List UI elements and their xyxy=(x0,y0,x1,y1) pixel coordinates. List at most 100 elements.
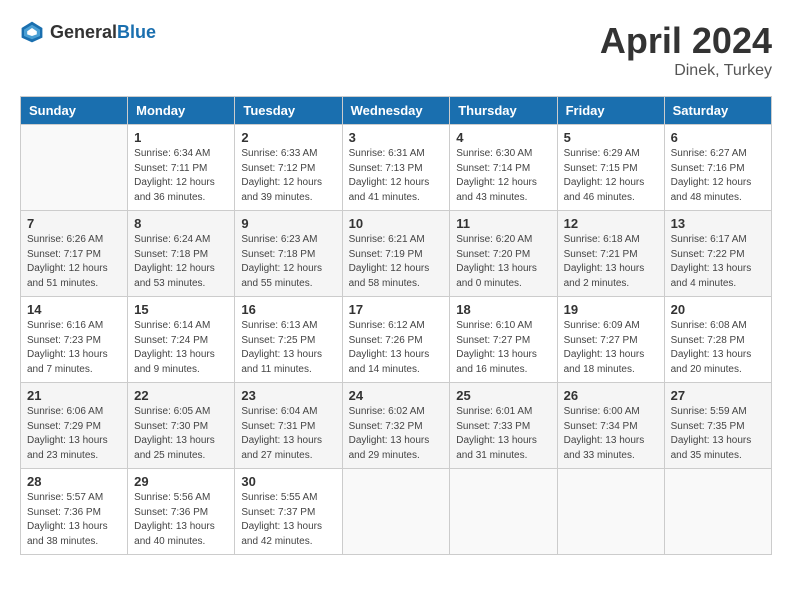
day-info: Sunrise: 5:56 AM Sunset: 7:36 PM Dayligh… xyxy=(134,491,228,549)
day-info: Sunrise: 6:12 AM Sunset: 7:26 PM Dayligh… xyxy=(349,319,444,377)
calendar-day-cell: 13Sunrise: 6:17 AM Sunset: 7:22 PM Dayli… xyxy=(664,211,771,297)
day-number: 7 xyxy=(27,216,121,231)
day-number: 13 xyxy=(671,216,765,231)
calendar-day-cell: 8 Sunrise: 6:24 AM Sunset: 7:18 PM Daylig… xyxy=(128,211,235,297)
calendar-day-cell xyxy=(21,125,128,211)
calendar-day-cell xyxy=(557,469,664,555)
weekday-header: Monday xyxy=(128,97,235,125)
day-info: Sunrise: 6:14 AM Sunset: 7:24 PM Dayligh… xyxy=(134,319,228,377)
day-number: 12 xyxy=(564,216,658,231)
day-info: Sunrise: 6:30 AM Sunset: 7:14 PM Dayligh… xyxy=(456,147,550,205)
calendar-week-row: 28Sunrise: 5:57 AM Sunset: 7:36 PM Dayli… xyxy=(21,469,772,555)
calendar-day-cell: 26 Sunrise: 6:00 AM Sunset: 7:34 PM Dayli… xyxy=(557,383,664,469)
weekday-header: Thursday xyxy=(450,97,557,125)
calendar-day-cell: 7 Sunrise: 6:26 AM Sunset: 7:17 PM Daylig… xyxy=(21,211,128,297)
weekday-header: Saturday xyxy=(664,97,771,125)
day-number: 20 xyxy=(671,302,765,317)
calendar-day-cell xyxy=(450,469,557,555)
day-info: Sunrise: 6:09 AM Sunset: 7:27 PM Dayligh… xyxy=(564,319,658,377)
calendar-week-row: 14 Sunrise: 6:16 AM Sunset: 7:23 PM Dayli… xyxy=(21,297,772,383)
calendar-day-cell: 9 Sunrise: 6:23 AM Sunset: 7:18 PM Daylig… xyxy=(235,211,342,297)
calendar-day-cell: 5Sunrise: 6:29 AM Sunset: 7:15 PM Daylig… xyxy=(557,125,664,211)
day-number: 8 xyxy=(134,216,228,231)
title-area: April 2024 Dinek, Turkey xyxy=(600,20,772,80)
calendar-day-cell: 15Sunrise: 6:14 AM Sunset: 7:24 PM Dayli… xyxy=(128,297,235,383)
day-info: Sunrise: 6:02 AM Sunset: 7:32 PM Dayligh… xyxy=(349,405,444,463)
calendar-day-cell: 30Sunrise: 5:55 AM Sunset: 7:37 PM Dayli… xyxy=(235,469,342,555)
day-info: Sunrise: 6:31 AM Sunset: 7:13 PM Dayligh… xyxy=(349,147,444,205)
day-info: Sunrise: 6:21 AM Sunset: 7:19 PM Dayligh… xyxy=(349,233,444,291)
day-number: 18 xyxy=(456,302,550,317)
day-info: Sunrise: 6:00 AM Sunset: 7:34 PM Dayligh… xyxy=(564,405,658,463)
calendar-day-cell: 16 Sunrise: 6:13 AM Sunset: 7:25 PM Dayli… xyxy=(235,297,342,383)
day-number: 19 xyxy=(564,302,658,317)
day-info: Sunrise: 5:59 AM Sunset: 7:35 PM Dayligh… xyxy=(671,405,765,463)
day-number: 1 xyxy=(134,130,228,145)
day-number: 14 xyxy=(27,302,121,317)
day-number: 17 xyxy=(349,302,444,317)
calendar-day-cell: 14 Sunrise: 6:16 AM Sunset: 7:23 PM Dayli… xyxy=(21,297,128,383)
day-number: 4 xyxy=(456,130,550,145)
day-number: 23 xyxy=(241,388,335,403)
weekday-header: Friday xyxy=(557,97,664,125)
day-info: Sunrise: 6:18 AM Sunset: 7:21 PM Dayligh… xyxy=(564,233,658,291)
calendar-table: SundayMondayTuesdayWednesdayThursdayFrid… xyxy=(20,96,772,555)
calendar-day-cell: 24 Sunrise: 6:02 AM Sunset: 7:32 PM Dayli… xyxy=(342,383,450,469)
logo-general-text: General xyxy=(50,22,117,42)
calendar-day-cell: 28Sunrise: 5:57 AM Sunset: 7:36 PM Dayli… xyxy=(21,469,128,555)
day-number: 16 xyxy=(241,302,335,317)
day-number: 2 xyxy=(241,130,335,145)
day-info: Sunrise: 6:04 AM Sunset: 7:31 PM Dayligh… xyxy=(241,405,335,463)
day-info: Sunrise: 6:29 AM Sunset: 7:15 PM Dayligh… xyxy=(564,147,658,205)
day-number: 25 xyxy=(456,388,550,403)
day-info: Sunrise: 6:08 AM Sunset: 7:28 PM Dayligh… xyxy=(671,319,765,377)
logo-blue-text: Blue xyxy=(117,22,156,42)
calendar-header: SundayMondayTuesdayWednesdayThursdayFrid… xyxy=(21,97,772,125)
weekday-header: Tuesday xyxy=(235,97,342,125)
logo-icon xyxy=(20,20,44,44)
day-number: 3 xyxy=(349,130,444,145)
calendar-day-cell: 23 Sunrise: 6:04 AM Sunset: 7:31 PM Dayli… xyxy=(235,383,342,469)
calendar-day-cell: 29 Sunrise: 5:56 AM Sunset: 7:36 PM Dayli… xyxy=(128,469,235,555)
day-info: Sunrise: 6:05 AM Sunset: 7:30 PM Dayligh… xyxy=(134,405,228,463)
calendar-day-cell: 10 Sunrise: 6:21 AM Sunset: 7:19 PM Dayli… xyxy=(342,211,450,297)
day-info: Sunrise: 5:57 AM Sunset: 7:36 PM Dayligh… xyxy=(27,491,121,549)
calendar-day-cell: 21Sunrise: 6:06 AM Sunset: 7:29 PM Dayli… xyxy=(21,383,128,469)
day-info: Sunrise: 6:23 AM Sunset: 7:18 PM Dayligh… xyxy=(241,233,335,291)
calendar-week-row: 1 Sunrise: 6:34 AM Sunset: 7:11 PM Daylig… xyxy=(21,125,772,211)
weekday-header: Sunday xyxy=(21,97,128,125)
day-info: Sunrise: 6:16 AM Sunset: 7:23 PM Dayligh… xyxy=(27,319,121,377)
day-number: 9 xyxy=(241,216,335,231)
day-info: Sunrise: 6:26 AM Sunset: 7:17 PM Dayligh… xyxy=(27,233,121,291)
day-info: Sunrise: 6:33 AM Sunset: 7:12 PM Dayligh… xyxy=(241,147,335,205)
day-number: 24 xyxy=(349,388,444,403)
day-number: 6 xyxy=(671,130,765,145)
calendar-day-cell: 12 Sunrise: 6:18 AM Sunset: 7:21 PM Dayli… xyxy=(557,211,664,297)
day-info: Sunrise: 6:06 AM Sunset: 7:29 PM Dayligh… xyxy=(27,405,121,463)
location-text: Dinek, Turkey xyxy=(600,62,772,80)
logo: GeneralBlue xyxy=(20,20,156,44)
day-number: 30 xyxy=(241,474,335,489)
day-number: 10 xyxy=(349,216,444,231)
day-info: Sunrise: 6:34 AM Sunset: 7:11 PM Dayligh… xyxy=(134,147,228,205)
calendar-week-row: 21Sunrise: 6:06 AM Sunset: 7:29 PM Dayli… xyxy=(21,383,772,469)
calendar-day-cell xyxy=(342,469,450,555)
calendar-week-row: 7 Sunrise: 6:26 AM Sunset: 7:17 PM Daylig… xyxy=(21,211,772,297)
calendar-day-cell: 6 Sunrise: 6:27 AM Sunset: 7:16 PM Daylig… xyxy=(664,125,771,211)
day-info: Sunrise: 6:27 AM Sunset: 7:16 PM Dayligh… xyxy=(671,147,765,205)
page-header: GeneralBlue April 2024 Dinek, Turkey xyxy=(20,20,772,80)
calendar-day-cell xyxy=(664,469,771,555)
month-title: April 2024 xyxy=(600,20,772,62)
day-info: Sunrise: 6:01 AM Sunset: 7:33 PM Dayligh… xyxy=(456,405,550,463)
day-info: Sunrise: 6:10 AM Sunset: 7:27 PM Dayligh… xyxy=(456,319,550,377)
day-number: 11 xyxy=(456,216,550,231)
day-info: Sunrise: 6:24 AM Sunset: 7:18 PM Dayligh… xyxy=(134,233,228,291)
calendar-body: 1 Sunrise: 6:34 AM Sunset: 7:11 PM Daylig… xyxy=(21,125,772,555)
calendar-day-cell: 22 Sunrise: 6:05 AM Sunset: 7:30 PM Dayli… xyxy=(128,383,235,469)
day-number: 26 xyxy=(564,388,658,403)
day-number: 29 xyxy=(134,474,228,489)
day-info: Sunrise: 6:13 AM Sunset: 7:25 PM Dayligh… xyxy=(241,319,335,377)
calendar-day-cell: 1 Sunrise: 6:34 AM Sunset: 7:11 PM Daylig… xyxy=(128,125,235,211)
calendar-day-cell: 4 Sunrise: 6:30 AM Sunset: 7:14 PM Daylig… xyxy=(450,125,557,211)
day-number: 22 xyxy=(134,388,228,403)
